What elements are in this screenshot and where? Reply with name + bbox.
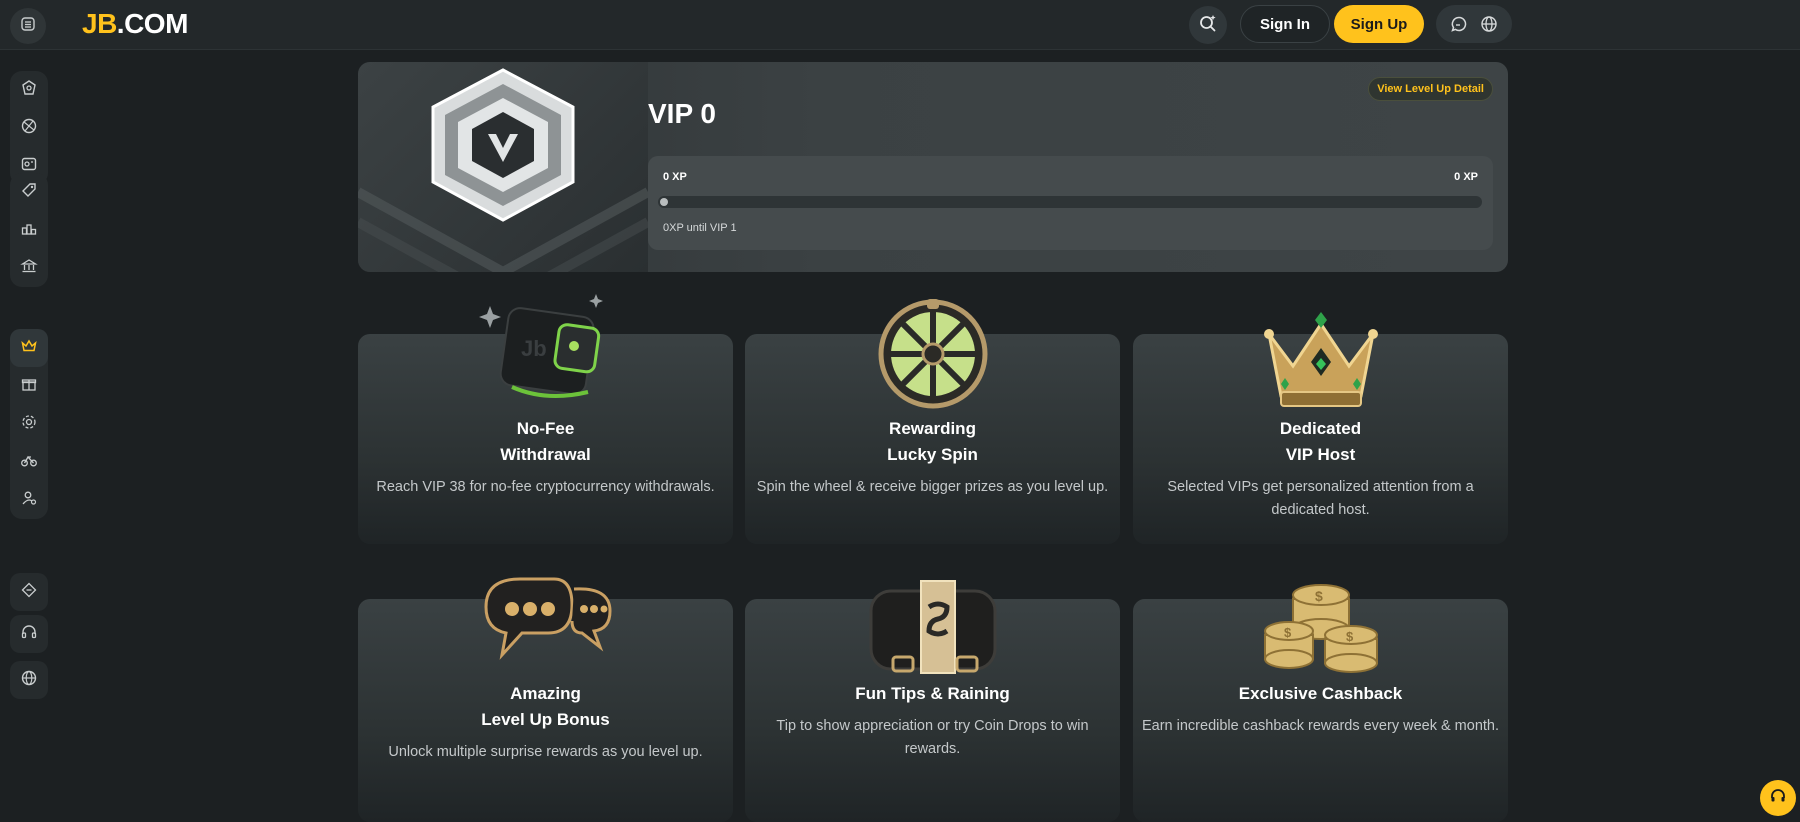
coupon-icon [20, 581, 38, 604]
sidebar-item-referral[interactable] [10, 481, 48, 519]
sidebar-group-rewards [10, 329, 48, 519]
xp-target: 0 XP [1454, 171, 1478, 183]
sidebar-item-promotions[interactable] [10, 173, 48, 211]
feature-title: No-Fee [516, 419, 575, 438]
live-support-button[interactable] [1760, 780, 1796, 816]
feature-title: VIP Host [1285, 445, 1356, 464]
feature-title: Lucky Spin [887, 445, 978, 464]
logo-jb: JB [82, 8, 117, 39]
sidebar [0, 51, 62, 822]
svg-text:$: $ [1284, 625, 1292, 640]
feature-card-lucky-spin: Rewarding Lucky Spin Spin the wheel & re… [745, 299, 1120, 544]
vip-status-card: VIP 0 View Level Up Detail 0 XP 0 XP 0XP… [358, 62, 1508, 272]
feature-card-vip-host: Dedicated VIP Host Selected VIPs get per… [1133, 312, 1508, 544]
menu-button[interactable] [10, 8, 46, 44]
globe-icon [20, 669, 38, 692]
logo-com: .COM [116, 8, 189, 39]
sidebar-item-coupons[interactable] [10, 573, 48, 611]
support-headset-icon [1769, 787, 1787, 810]
feature-description: Spin the wheel & receive bigger prizes a… [756, 479, 1109, 495]
top-bar: JB.COM Sign In Sign Up [0, 0, 1800, 50]
support-headset-icon [20, 623, 38, 646]
chat-icon[interactable] [1447, 12, 1471, 36]
svg-text:Jb: Jb [521, 336, 547, 361]
sidebar-item-sports[interactable] [10, 109, 48, 147]
vip-level-title: VIP 0 [648, 98, 716, 129]
feature-card-cashback: $ $ $ Exclusive Cashback Earn incredible… [1133, 584, 1508, 822]
feature-title: Dedicated [1279, 419, 1362, 438]
sidebar-item-bank[interactable] [10, 249, 48, 287]
sidebar-item-support[interactable] [10, 615, 48, 653]
feature-card-level-up-bonus: Amazing Level Up Bonus Unlock multiple s… [358, 577, 733, 822]
xp-until-next-level: 0XP until VIP 1 [663, 222, 737, 234]
coins-icon: $ $ $ [1251, 569, 1391, 679]
svg-text:$: $ [1315, 588, 1323, 604]
feature-description: Earn incredible cashback rewards every w… [1141, 718, 1500, 734]
gift-icon [20, 375, 38, 398]
sidebar-item-racing[interactable] [10, 443, 48, 481]
user-referral-icon [20, 489, 38, 512]
promo-tag-icon [20, 181, 38, 204]
sidebar-item-casino[interactable] [10, 71, 48, 109]
vip-badge [358, 62, 651, 272]
feature-title: Fun Tips & Raining [855, 684, 1010, 703]
casino-icon [20, 79, 38, 102]
view-level-up-detail-button[interactable]: View Level Up Detail [1368, 77, 1493, 101]
xp-progress-panel: 0 XP 0 XP 0XP until VIP 1 [648, 156, 1493, 250]
menu-icon [20, 16, 36, 37]
feature-card-no-fee-withdrawal: Jb No-Fee Withdrawal Reach VIP 38 for no… [358, 294, 733, 544]
feature-title: Withdrawal [500, 445, 591, 464]
search-button[interactable] [1189, 6, 1227, 44]
bank-icon [20, 257, 38, 280]
site-logo[interactable]: JB.COM [82, 8, 188, 40]
sidebar-group-games [10, 71, 48, 185]
vip-badge-icon [358, 68, 651, 272]
sidebar-item-gifts[interactable] [10, 367, 48, 405]
wallet-icon: Jb [476, 292, 616, 402]
feature-description: Tip to show appreciation or try Coin Dro… [776, 718, 1089, 757]
feature-description: Selected VIPs get personalized attention… [1167, 479, 1474, 518]
bike-icon [20, 451, 38, 474]
feature-description: Unlock multiple surprise rewards as you … [388, 744, 703, 760]
sidebar-group-promos [10, 173, 48, 287]
feature-title: Amazing [510, 684, 581, 703]
top-utility-group [1436, 5, 1512, 43]
sign-up-button[interactable]: Sign Up [1334, 5, 1424, 43]
feature-title: Rewarding [889, 419, 976, 438]
sidebar-item-vip[interactable] [10, 329, 48, 367]
xp-current: 0 XP [663, 171, 687, 183]
xp-progress-marker [660, 198, 668, 206]
sidebar-item-leaderboard[interactable] [10, 211, 48, 249]
wheel-icon [863, 299, 1003, 409]
feature-card-tips-raining: Fun Tips & Raining Tip to show appreciat… [745, 580, 1120, 822]
crown-icon [1251, 304, 1391, 414]
search-icon [1198, 13, 1218, 38]
vip-crown-icon [20, 337, 38, 360]
sign-in-button[interactable]: Sign In [1240, 5, 1330, 43]
feature-description: Reach VIP 38 for no-fee cryptocurrency w… [376, 479, 715, 495]
sidebar-item-language[interactable] [10, 661, 48, 699]
feature-title: Exclusive Cashback [1238, 684, 1403, 703]
xp-progress-bar [658, 196, 1482, 208]
settings-icon [20, 413, 38, 436]
svg-text:$: $ [1346, 629, 1354, 644]
globe-icon[interactable] [1477, 12, 1501, 36]
briefcase-icon [863, 571, 1003, 681]
chat-bubbles-icon [476, 567, 616, 677]
podium-icon [20, 219, 38, 242]
sidebar-item-settings[interactable] [10, 405, 48, 443]
sports-icon [20, 117, 38, 140]
feature-title: Level Up Bonus [481, 710, 610, 729]
